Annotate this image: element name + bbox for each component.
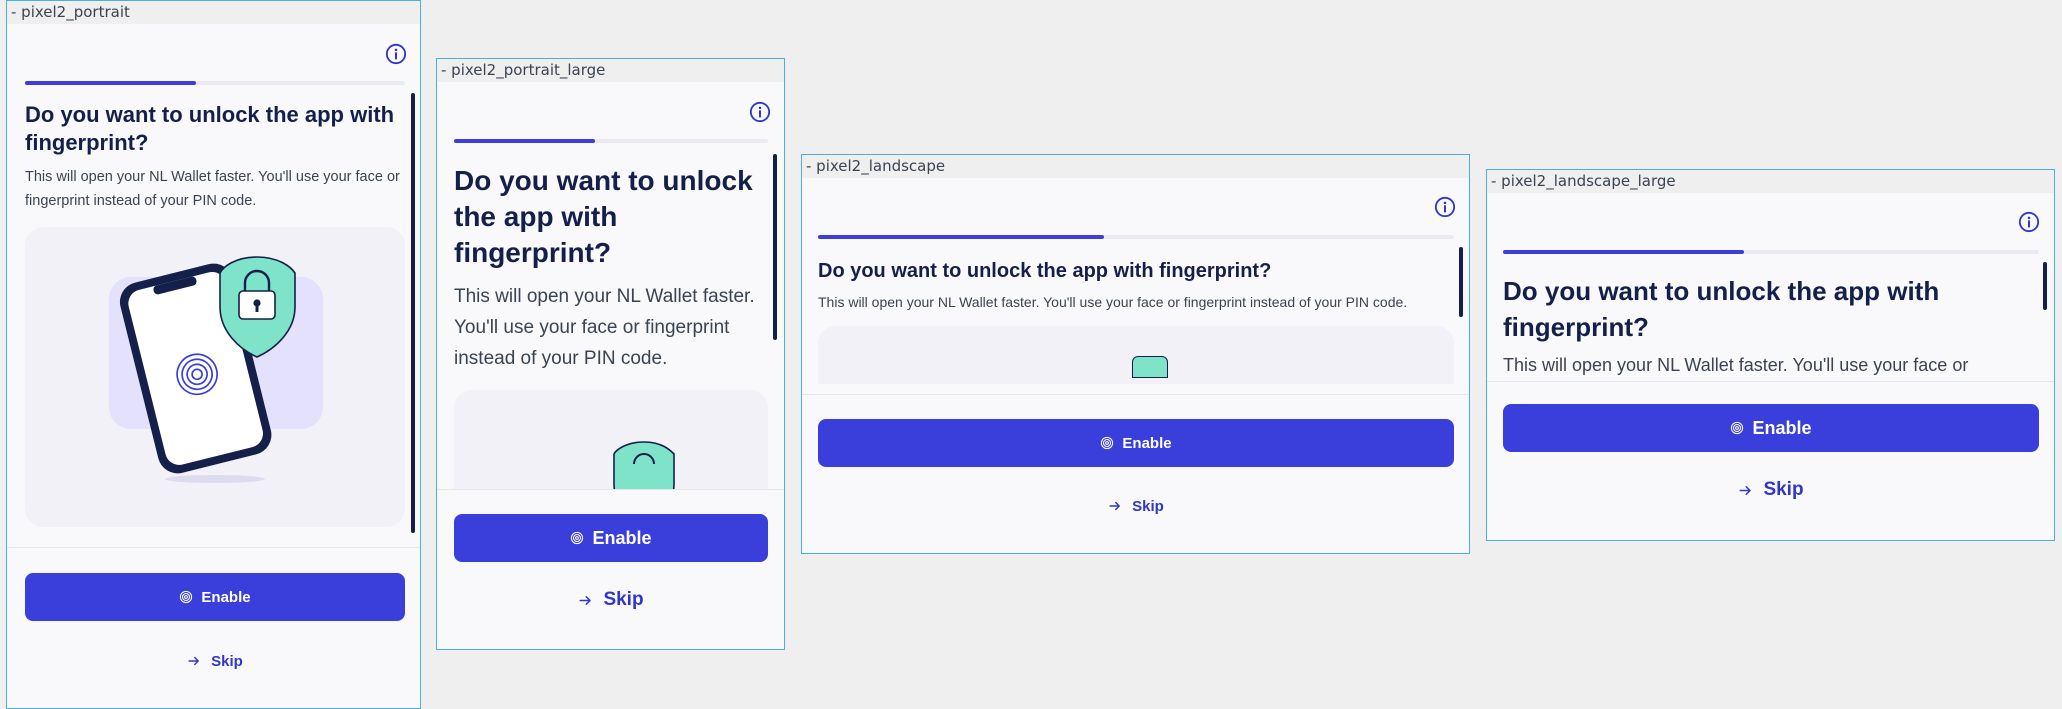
arrow-right-icon <box>579 595 592 605</box>
progress-fill <box>454 139 596 143</box>
frame-label: - pixel2_landscape_large <box>1487 170 2054 193</box>
arrow-right-icon <box>1739 485 1752 495</box>
skip-button[interactable]: Skip <box>25 647 405 675</box>
phone-lock-illustration-icon <box>109 256 323 483</box>
progress-fill <box>818 235 1105 239</box>
shield-lock-icon <box>1132 356 1168 378</box>
progress-fill <box>25 81 196 85</box>
enable-button[interactable]: Enable <box>454 514 768 562</box>
content-scroll-area[interactable]: Do you want to unlock the app with finge… <box>818 258 1454 384</box>
scrollbar[interactable] <box>411 93 415 533</box>
fingerprint-illustration <box>25 227 405 527</box>
page-title: Do you want to unlock the app with finge… <box>1503 276 1940 342</box>
progress-bar <box>818 235 1454 239</box>
progress-bar <box>1503 250 2039 254</box>
page-description: This will open your NL Wallet faster. Yo… <box>1503 355 1969 375</box>
frame-label: - pixel2_landscape <box>802 155 1469 178</box>
skip-button[interactable]: Skip <box>454 585 768 615</box>
skip-button[interactable]: Skip <box>818 492 1454 520</box>
skip-button-label: Skip <box>603 589 644 610</box>
enable-button-label: Enable <box>1752 417 1812 438</box>
fingerprint-icon <box>1731 421 1744 435</box>
frame-pixel2-portrait: - pixel2_portrait Do you want to unlock … <box>6 0 421 709</box>
skip-button-label: Skip <box>1132 497 1164 515</box>
shield-lock-icon <box>613 441 675 489</box>
progress-bar <box>454 139 768 143</box>
info-circle-icon[interactable] <box>1434 196 1456 218</box>
info-circle-icon[interactable] <box>2018 211 2040 233</box>
divider <box>1487 381 2054 382</box>
enable-button-label: Enable <box>592 527 652 548</box>
info-circle-icon[interactable] <box>385 43 407 65</box>
fingerprint-icon <box>1101 436 1114 450</box>
page-description: This will open your NL Wallet faster. Yo… <box>25 169 400 209</box>
frame-pixel2-landscape-large: - pixel2_landscape_large Do you want to … <box>1486 169 2055 541</box>
fingerprint-illustration <box>818 326 1454 384</box>
progress-bar <box>25 81 405 85</box>
frame-pixel2-landscape: - pixel2_landscape Do you want to unlock… <box>801 154 1470 554</box>
fingerprint-illustration <box>454 390 768 489</box>
skip-button[interactable]: Skip <box>1503 475 2039 505</box>
frame-label: - pixel2_portrait <box>7 1 420 24</box>
content-scroll-area[interactable]: Do you want to unlock the app with finge… <box>25 101 405 535</box>
arrow-right-icon <box>1109 501 1121 511</box>
arrow-right-icon <box>188 656 200 666</box>
content-scroll-area[interactable]: Do you want to unlock the app with finge… <box>1503 273 2039 381</box>
enable-button-label: Enable <box>201 588 251 606</box>
page-title: Do you want to unlock the app with finge… <box>818 260 1272 282</box>
page-title: Do you want to unlock the app with finge… <box>454 165 753 268</box>
skip-button-label: Skip <box>211 652 243 670</box>
divider <box>437 489 784 490</box>
fingerprint-icon <box>571 531 584 545</box>
divider <box>7 547 420 548</box>
scrollbar[interactable] <box>1459 247 1463 317</box>
skip-button-label: Skip <box>1763 479 1804 500</box>
frame-pixel2-portrait-large: - pixel2_portrait_large Do you want to u… <box>436 58 785 650</box>
progress-fill <box>1503 250 1745 254</box>
fingerprint-icon <box>180 590 193 604</box>
page-description: This will open your NL Wallet faster. Yo… <box>454 286 755 369</box>
enable-button[interactable]: Enable <box>1503 404 2039 452</box>
info-circle-icon[interactable] <box>749 101 771 123</box>
content-scroll-area[interactable]: Do you want to unlock the app with finge… <box>454 163 768 489</box>
divider <box>802 394 1469 395</box>
enable-button[interactable]: Enable <box>818 419 1454 467</box>
enable-button-label: Enable <box>1122 434 1172 452</box>
frame-label: - pixel2_portrait_large <box>437 59 784 82</box>
scrollbar[interactable] <box>2043 262 2047 310</box>
enable-button[interactable]: Enable <box>25 573 405 621</box>
page-description: This will open your NL Wallet faster. Yo… <box>818 294 1408 310</box>
page-title: Do you want to unlock the app with finge… <box>25 102 395 155</box>
scrollbar[interactable] <box>773 154 777 340</box>
